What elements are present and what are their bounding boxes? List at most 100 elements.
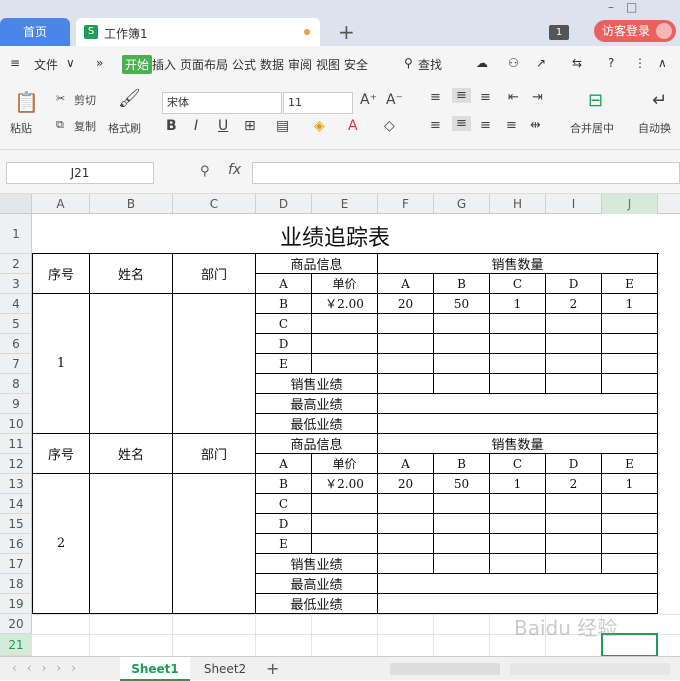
sheet-area[interactable]: 业绩追踪表 序号 姓名 部门 商品信息 销售数量 A 单价 A B C D E 1 B ￥2.00 20 50 1… [32, 214, 680, 656]
qty-cell[interactable]: 20 [378, 474, 434, 494]
horizontal-scrollbar[interactable] [390, 663, 500, 675]
qty-cell[interactable]: 1 [490, 474, 546, 494]
qty-cell[interactable] [434, 494, 490, 514]
qty-cell[interactable] [378, 534, 434, 554]
max-performance-value[interactable] [378, 394, 658, 414]
price-cell[interactable]: ￥2.00 [312, 474, 378, 494]
min-performance-label[interactable]: 最低业绩 [256, 414, 378, 434]
share-icon[interactable]: ↗ [536, 56, 546, 70]
menu-security[interactable]: 安全 [344, 56, 368, 73]
goods-cell[interactable]: E [256, 534, 312, 554]
min-performance-value[interactable] [378, 414, 658, 434]
performance-cell[interactable] [546, 374, 602, 394]
performance-cell[interactable] [602, 554, 658, 574]
column-header-i[interactable]: I [546, 194, 602, 214]
bold-button[interactable]: B [166, 118, 177, 134]
qty-cell[interactable] [378, 514, 434, 534]
qty-cell[interactable] [546, 314, 602, 334]
price-cell[interactable] [312, 314, 378, 334]
new-tab-button[interactable]: + [338, 20, 355, 44]
align-right-icon[interactable]: ≡ [480, 118, 491, 133]
price-cell[interactable] [312, 514, 378, 534]
seq-cell[interactable]: 1 [32, 294, 90, 434]
goods-cell[interactable]: C [256, 494, 312, 514]
header-name[interactable]: 姓名 [90, 254, 173, 294]
row-header-14[interactable]: 14 [0, 494, 32, 514]
qty-cell[interactable] [378, 354, 434, 374]
performance-cell[interactable] [490, 554, 546, 574]
subheader-sales-1[interactable]: B [434, 454, 490, 474]
header-name[interactable]: 姓名 [90, 434, 173, 474]
row-header-11[interactable]: 11 [0, 434, 32, 454]
subheader-sales-4[interactable]: E [602, 274, 658, 294]
fx-icon[interactable]: fx [228, 162, 241, 178]
highlight-icon[interactable]: ◈ [314, 118, 325, 134]
formula-input[interactable] [252, 162, 680, 184]
zoom-icon[interactable]: ⚲ [200, 164, 210, 179]
subheader-sales-3[interactable]: D [546, 274, 602, 294]
qty-cell[interactable] [602, 514, 658, 534]
cloud-icon[interactable]: ☁ [476, 56, 488, 70]
performance-cell[interactable] [602, 374, 658, 394]
performance-cell[interactable] [378, 554, 434, 574]
row-header-20[interactable]: 20 [0, 614, 32, 634]
row-header-5[interactable]: 5 [0, 314, 32, 334]
menu-data[interactable]: 数据 [260, 56, 284, 73]
min-performance-value[interactable] [378, 594, 658, 614]
row-header-21[interactable]: 21 [0, 634, 32, 656]
qty-cell[interactable] [602, 494, 658, 514]
menu-view[interactable]: 视图 [316, 56, 340, 73]
name-cell[interactable] [90, 474, 173, 614]
help-icon[interactable]: ? [608, 56, 614, 70]
subheader-sales-0[interactable]: A [378, 274, 434, 294]
subheader-price[interactable]: 单价 [312, 274, 378, 294]
row-header-17[interactable]: 17 [0, 554, 32, 574]
qty-cell[interactable] [434, 514, 490, 534]
qty-cell[interactable] [434, 534, 490, 554]
row-header-4[interactable]: 4 [0, 294, 32, 314]
goods-cell[interactable]: E [256, 354, 312, 374]
column-header-h[interactable]: H [490, 194, 546, 214]
subheader-goods-a[interactable]: A [256, 454, 312, 474]
dept-cell[interactable] [173, 294, 256, 434]
price-cell[interactable]: ￥2.00 [312, 294, 378, 314]
copy-button[interactable]: 复制 [74, 118, 96, 134]
increase-font-icon[interactable]: A⁺ [360, 92, 377, 108]
qty-cell[interactable] [378, 334, 434, 354]
search-icon[interactable]: ⚲ [404, 56, 413, 70]
qty-cell[interactable] [490, 334, 546, 354]
indent-decrease-icon[interactable]: ⇤ [508, 90, 519, 105]
qty-cell[interactable]: 20 [378, 294, 434, 314]
sales-performance-label[interactable]: 销售业绩 [256, 374, 378, 394]
column-header-g[interactable]: G [434, 194, 490, 214]
price-cell[interactable] [312, 334, 378, 354]
qty-cell[interactable]: 50 [434, 294, 490, 314]
row-header-1[interactable]: 1 [0, 214, 32, 254]
qty-cell[interactable] [602, 314, 658, 334]
copy-icon[interactable]: ⧉ [56, 118, 64, 132]
sales-performance-label[interactable]: 销售业绩 [256, 554, 378, 574]
subheader-sales-1[interactable]: B [434, 274, 490, 294]
qty-cell[interactable] [490, 314, 546, 334]
qty-cell[interactable]: 2 [546, 474, 602, 494]
column-header-b[interactable]: B [90, 194, 173, 214]
row-header-15[interactable]: 15 [0, 514, 32, 534]
sheet-tab-sheet2[interactable]: Sheet2 [192, 657, 258, 681]
header-goods[interactable]: 商品信息 [256, 254, 378, 274]
qty-cell[interactable] [434, 334, 490, 354]
header-dept[interactable]: 部门 [173, 434, 256, 474]
cell-reference-box[interactable]: J21 [6, 162, 154, 184]
qty-cell[interactable] [490, 354, 546, 374]
italic-button[interactable]: I [194, 118, 198, 134]
row-header-16[interactable]: 16 [0, 534, 32, 554]
subheader-price[interactable]: 单价 [312, 454, 378, 474]
menu-page-layout[interactable]: 页面布局 [180, 56, 228, 73]
header-seq[interactable]: 序号 [32, 434, 90, 474]
window-count-badge[interactable]: 1 [549, 25, 569, 40]
align-top-icon[interactable]: ≡ [430, 90, 441, 105]
subheader-sales-2[interactable]: C [490, 454, 546, 474]
header-sales[interactable]: 销售数量 [378, 434, 658, 454]
row-header-9[interactable]: 9 [0, 394, 32, 414]
align-middle-icon[interactable]: ≡ [452, 88, 471, 103]
row-header-8[interactable]: 8 [0, 374, 32, 394]
